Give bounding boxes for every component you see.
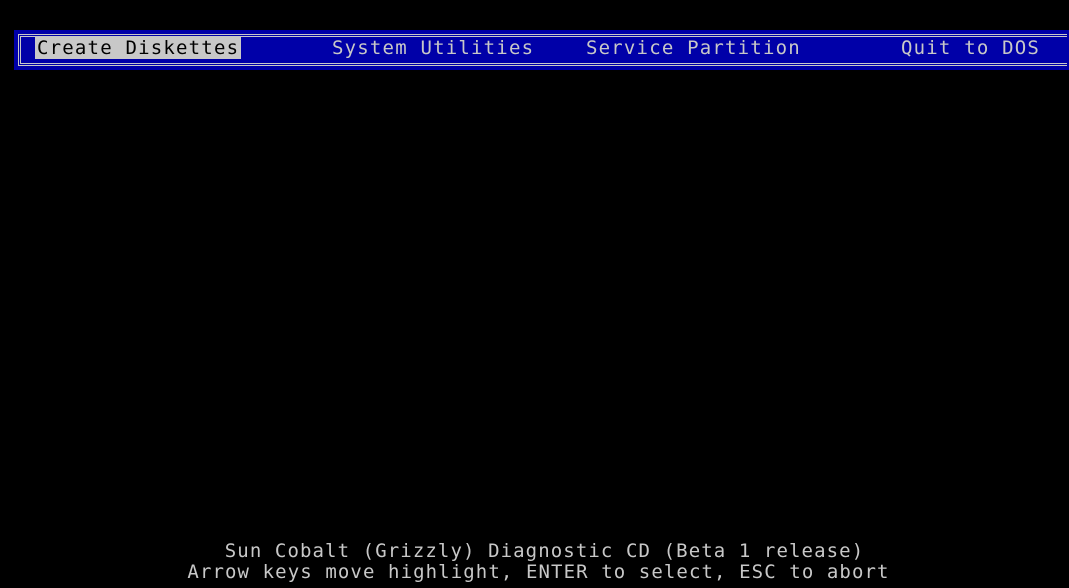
- menu-item-system-utilities[interactable]: System Utilities: [330, 37, 536, 59]
- menu-item-service-partition[interactable]: Service Partition: [584, 37, 803, 59]
- footer-help-text: Arrow keys move highlight, ENTER to sele…: [187, 561, 890, 583]
- dos-screen: Create Diskettes System Utilities Servic…: [0, 0, 1069, 588]
- menu-bar: Create Diskettes System Utilities Servic…: [14, 30, 1069, 70]
- menu-item-quit-to-dos[interactable]: Quit to DOS: [899, 37, 1042, 59]
- footer-title: Sun Cobalt (Grizzly) Diagnostic CD (Beta…: [224, 540, 865, 562]
- menu-item-create-diskettes[interactable]: Create Diskettes: [35, 37, 242, 59]
